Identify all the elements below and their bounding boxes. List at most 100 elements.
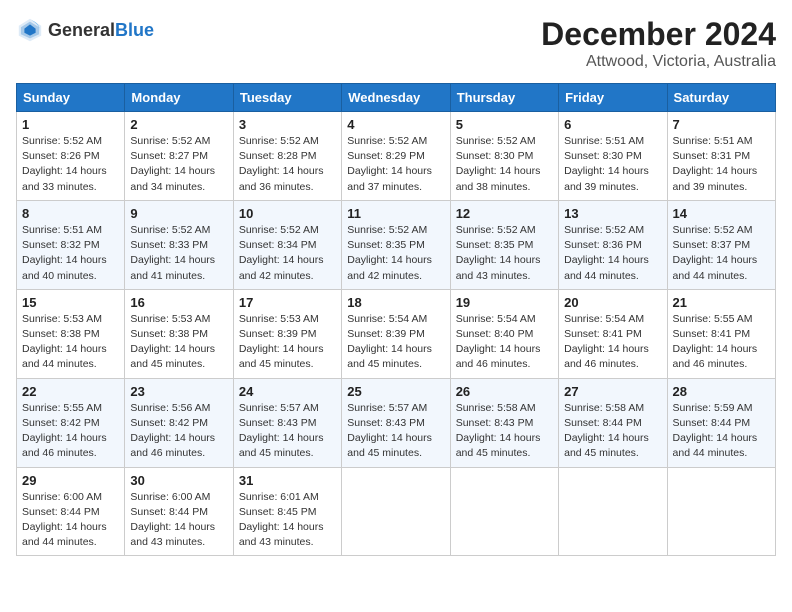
- day-info: Sunrise: 5:54 AM Sunset: 8:39 PM Dayligh…: [347, 312, 444, 373]
- day-number: 6: [564, 117, 661, 132]
- calendar-cell: 18 Sunrise: 5:54 AM Sunset: 8:39 PM Dayl…: [342, 289, 450, 378]
- logo: GeneralBlue: [16, 16, 154, 44]
- day-info: Sunrise: 5:52 AM Sunset: 8:35 PM Dayligh…: [456, 223, 553, 284]
- day-number: 11: [347, 206, 444, 221]
- day-info: Sunrise: 5:51 AM Sunset: 8:32 PM Dayligh…: [22, 223, 119, 284]
- day-info: Sunrise: 5:58 AM Sunset: 8:43 PM Dayligh…: [456, 401, 553, 462]
- calendar-week-row: 1 Sunrise: 5:52 AM Sunset: 8:26 PM Dayli…: [17, 112, 776, 201]
- day-info: Sunrise: 5:59 AM Sunset: 8:44 PM Dayligh…: [673, 401, 770, 462]
- day-info: Sunrise: 5:57 AM Sunset: 8:43 PM Dayligh…: [239, 401, 336, 462]
- calendar-week-row: 8 Sunrise: 5:51 AM Sunset: 8:32 PM Dayli…: [17, 200, 776, 289]
- day-info: Sunrise: 6:01 AM Sunset: 8:45 PM Dayligh…: [239, 490, 336, 551]
- calendar-cell: 4 Sunrise: 5:52 AM Sunset: 8:29 PM Dayli…: [342, 112, 450, 201]
- day-number: 12: [456, 206, 553, 221]
- calendar-cell: 30 Sunrise: 6:00 AM Sunset: 8:44 PM Dayl…: [125, 467, 233, 556]
- day-info: Sunrise: 5:52 AM Sunset: 8:30 PM Dayligh…: [456, 134, 553, 195]
- day-number: 13: [564, 206, 661, 221]
- calendar-cell: 20 Sunrise: 5:54 AM Sunset: 8:41 PM Dayl…: [559, 289, 667, 378]
- calendar-cell: [450, 467, 558, 556]
- calendar-cell: 23 Sunrise: 5:56 AM Sunset: 8:42 PM Dayl…: [125, 378, 233, 467]
- calendar-week-row: 22 Sunrise: 5:55 AM Sunset: 8:42 PM Dayl…: [17, 378, 776, 467]
- calendar-cell: 1 Sunrise: 5:52 AM Sunset: 8:26 PM Dayli…: [17, 112, 125, 201]
- day-info: Sunrise: 5:55 AM Sunset: 8:42 PM Dayligh…: [22, 401, 119, 462]
- day-info: Sunrise: 6:00 AM Sunset: 8:44 PM Dayligh…: [130, 490, 227, 551]
- day-number: 14: [673, 206, 770, 221]
- calendar-cell: 31 Sunrise: 6:01 AM Sunset: 8:45 PM Dayl…: [233, 467, 341, 556]
- calendar-cell: 13 Sunrise: 5:52 AM Sunset: 8:36 PM Dayl…: [559, 200, 667, 289]
- calendar-cell: 2 Sunrise: 5:52 AM Sunset: 8:27 PM Dayli…: [125, 112, 233, 201]
- day-number: 18: [347, 295, 444, 310]
- calendar-cell: 3 Sunrise: 5:52 AM Sunset: 8:28 PM Dayli…: [233, 112, 341, 201]
- header-day: Monday: [125, 84, 233, 112]
- calendar-cell: 26 Sunrise: 5:58 AM Sunset: 8:43 PM Dayl…: [450, 378, 558, 467]
- day-number: 25: [347, 384, 444, 399]
- calendar-week-row: 15 Sunrise: 5:53 AM Sunset: 8:38 PM Dayl…: [17, 289, 776, 378]
- header-day: Saturday: [667, 84, 775, 112]
- header-day: Friday: [559, 84, 667, 112]
- calendar-table: SundayMondayTuesdayWednesdayThursdayFrid…: [16, 83, 776, 556]
- day-number: 30: [130, 473, 227, 488]
- logo-text: GeneralBlue: [48, 20, 154, 41]
- logo-blue: Blue: [115, 20, 154, 40]
- day-number: 10: [239, 206, 336, 221]
- calendar-cell: 10 Sunrise: 5:52 AM Sunset: 8:34 PM Dayl…: [233, 200, 341, 289]
- calendar-cell: [667, 467, 775, 556]
- calendar-cell: 5 Sunrise: 5:52 AM Sunset: 8:30 PM Dayli…: [450, 112, 558, 201]
- calendar-cell: 16 Sunrise: 5:53 AM Sunset: 8:38 PM Dayl…: [125, 289, 233, 378]
- day-number: 2: [130, 117, 227, 132]
- calendar-cell: 25 Sunrise: 5:57 AM Sunset: 8:43 PM Dayl…: [342, 378, 450, 467]
- header-day: Sunday: [17, 84, 125, 112]
- day-number: 4: [347, 117, 444, 132]
- calendar-week-row: 29 Sunrise: 6:00 AM Sunset: 8:44 PM Dayl…: [17, 467, 776, 556]
- day-info: Sunrise: 5:52 AM Sunset: 8:29 PM Dayligh…: [347, 134, 444, 195]
- calendar-cell: [559, 467, 667, 556]
- logo-general: General: [48, 20, 115, 40]
- calendar-cell: 14 Sunrise: 5:52 AM Sunset: 8:37 PM Dayl…: [667, 200, 775, 289]
- day-info: Sunrise: 5:52 AM Sunset: 8:36 PM Dayligh…: [564, 223, 661, 284]
- day-number: 9: [130, 206, 227, 221]
- month-title: December 2024: [541, 16, 776, 53]
- calendar-cell: 12 Sunrise: 5:52 AM Sunset: 8:35 PM Dayl…: [450, 200, 558, 289]
- day-number: 17: [239, 295, 336, 310]
- day-number: 23: [130, 384, 227, 399]
- day-info: Sunrise: 5:53 AM Sunset: 8:38 PM Dayligh…: [22, 312, 119, 373]
- location-title: Attwood, Victoria, Australia: [541, 53, 776, 71]
- day-number: 20: [564, 295, 661, 310]
- calendar-cell: 11 Sunrise: 5:52 AM Sunset: 8:35 PM Dayl…: [342, 200, 450, 289]
- day-number: 21: [673, 295, 770, 310]
- header-day: Thursday: [450, 84, 558, 112]
- day-number: 16: [130, 295, 227, 310]
- header-row: SundayMondayTuesdayWednesdayThursdayFrid…: [17, 84, 776, 112]
- calendar-cell: 6 Sunrise: 5:51 AM Sunset: 8:30 PM Dayli…: [559, 112, 667, 201]
- calendar-cell: [342, 467, 450, 556]
- calendar-cell: 8 Sunrise: 5:51 AM Sunset: 8:32 PM Dayli…: [17, 200, 125, 289]
- header-day: Wednesday: [342, 84, 450, 112]
- day-info: Sunrise: 5:52 AM Sunset: 8:35 PM Dayligh…: [347, 223, 444, 284]
- day-info: Sunrise: 5:51 AM Sunset: 8:31 PM Dayligh…: [673, 134, 770, 195]
- day-number: 26: [456, 384, 553, 399]
- day-number: 7: [673, 117, 770, 132]
- day-number: 28: [673, 384, 770, 399]
- calendar-cell: 24 Sunrise: 5:57 AM Sunset: 8:43 PM Dayl…: [233, 378, 341, 467]
- day-number: 5: [456, 117, 553, 132]
- day-number: 24: [239, 384, 336, 399]
- calendar-cell: 22 Sunrise: 5:55 AM Sunset: 8:42 PM Dayl…: [17, 378, 125, 467]
- day-number: 3: [239, 117, 336, 132]
- header: GeneralBlue December 2024 Attwood, Victo…: [16, 16, 776, 71]
- day-info: Sunrise: 5:52 AM Sunset: 8:33 PM Dayligh…: [130, 223, 227, 284]
- calendar-cell: 17 Sunrise: 5:53 AM Sunset: 8:39 PM Dayl…: [233, 289, 341, 378]
- day-number: 29: [22, 473, 119, 488]
- day-info: Sunrise: 5:52 AM Sunset: 8:28 PM Dayligh…: [239, 134, 336, 195]
- day-number: 15: [22, 295, 119, 310]
- day-number: 27: [564, 384, 661, 399]
- calendar-cell: 7 Sunrise: 5:51 AM Sunset: 8:31 PM Dayli…: [667, 112, 775, 201]
- day-info: Sunrise: 5:54 AM Sunset: 8:41 PM Dayligh…: [564, 312, 661, 373]
- logo-icon: [16, 16, 44, 44]
- calendar-cell: 9 Sunrise: 5:52 AM Sunset: 8:33 PM Dayli…: [125, 200, 233, 289]
- day-info: Sunrise: 5:53 AM Sunset: 8:38 PM Dayligh…: [130, 312, 227, 373]
- day-info: Sunrise: 5:52 AM Sunset: 8:26 PM Dayligh…: [22, 134, 119, 195]
- day-number: 19: [456, 295, 553, 310]
- day-info: Sunrise: 5:52 AM Sunset: 8:34 PM Dayligh…: [239, 223, 336, 284]
- calendar-cell: 19 Sunrise: 5:54 AM Sunset: 8:40 PM Dayl…: [450, 289, 558, 378]
- title-area: December 2024 Attwood, Victoria, Austral…: [541, 16, 776, 71]
